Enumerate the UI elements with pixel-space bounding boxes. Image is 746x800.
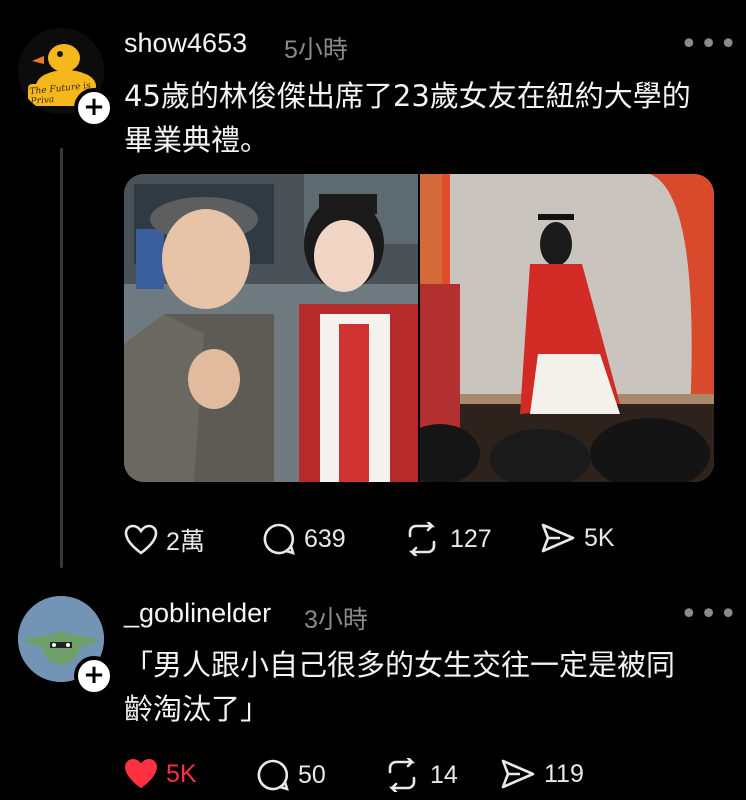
- repost-count-2: 14: [430, 760, 458, 789]
- more-options-icon-2[interactable]: •••: [680, 600, 739, 630]
- comment-icon: [263, 523, 295, 555]
- comment-icon: [257, 759, 289, 791]
- comment-count-2: 50: [298, 760, 326, 789]
- comment-username[interactable]: _goblinelder: [124, 598, 271, 629]
- post-time: 5小時: [284, 36, 348, 64]
- share-button-2[interactable]: 119: [500, 758, 584, 790]
- comment-text-line2: 齡淘汰了」: [124, 692, 270, 726]
- comment-count: 639: [304, 524, 346, 553]
- repost-icon: [408, 522, 436, 556]
- heart-icon: [124, 524, 158, 555]
- repost-count: 127: [450, 524, 492, 553]
- post-image-stage[interactable]: [420, 174, 714, 482]
- follow-plus-button[interactable]: +: [74, 88, 114, 128]
- post-text-line1: 45歲的林俊傑出席了23歲女友在紐約大學的: [124, 79, 691, 113]
- repost-icon: [388, 758, 416, 792]
- post-image-selfie[interactable]: [124, 174, 418, 482]
- repost-button-2[interactable]: 14: [382, 758, 458, 792]
- like-count-2: 5K: [166, 759, 197, 788]
- follow-plus-button-2[interactable]: +: [74, 656, 114, 696]
- comment-button[interactable]: 639: [262, 522, 346, 556]
- post-username[interactable]: show4653: [124, 28, 247, 59]
- heart-filled-icon: [124, 758, 158, 789]
- share-count-2: 119: [544, 759, 584, 788]
- more-options-icon[interactable]: •••: [680, 30, 739, 60]
- comment-text-line1: 「男人跟小自己很多的女生交往一定是被同: [124, 648, 676, 682]
- thread-line: [60, 148, 63, 568]
- like-count: 2萬: [166, 528, 205, 556]
- post-text-line2: 畢業典禮。: [124, 123, 270, 157]
- comment-button-2[interactable]: 50: [256, 758, 326, 792]
- send-icon: [541, 523, 575, 553]
- like-button-2[interactable]: 5K: [124, 758, 197, 790]
- share-count: 5K: [584, 523, 615, 552]
- send-icon: [501, 759, 535, 789]
- share-button[interactable]: 5K: [540, 522, 615, 554]
- comment-time: 3小時: [304, 606, 368, 634]
- like-button[interactable]: 2萬: [124, 522, 205, 558]
- repost-button[interactable]: 127: [402, 522, 492, 556]
